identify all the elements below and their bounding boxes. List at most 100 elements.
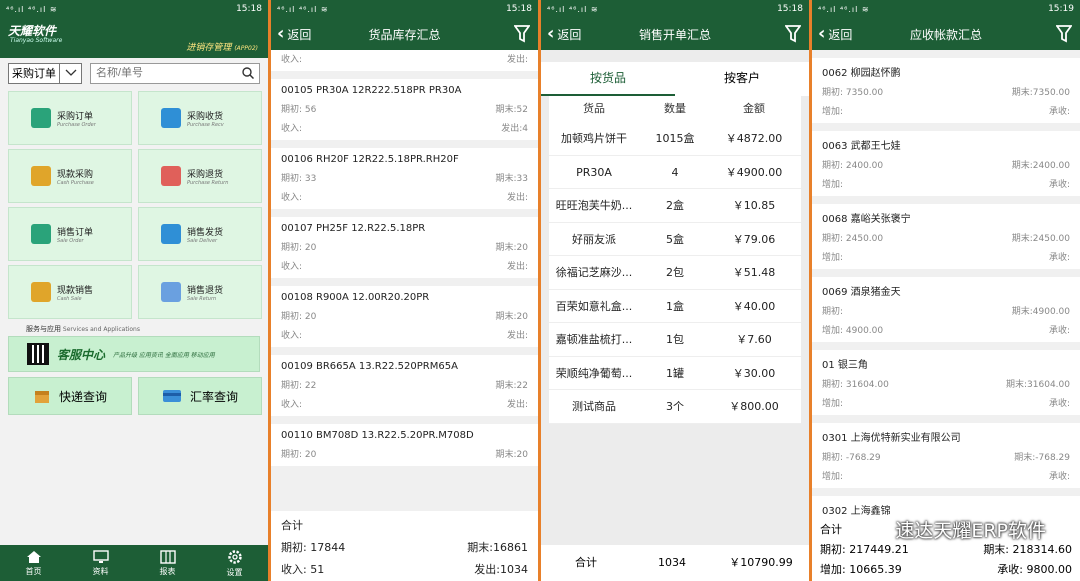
tab-home[interactable]: 首页	[0, 545, 67, 581]
tile-purchase-receive[interactable]: 采购收货 Purchase Recv	[138, 91, 262, 145]
tab-settings[interactable]: 设置	[201, 545, 268, 581]
list-item[interactable]: 00109 BR665A 13.R22.520PRM65A 期初: 22 期末:22…	[271, 355, 538, 416]
sales-table: 货品 数量 金额 加顿鸡片饼干 1015盒 ￥4872.00 PR30A 4 ￥4900.0…	[549, 96, 801, 424]
table-row[interactable]: 嘉顿准盐梳打... 1包 ￥7.60	[549, 323, 801, 357]
title-bar: ‹ 返回 销售开单汇总	[541, 18, 809, 50]
package-icon	[34, 391, 49, 403]
filter-icon[interactable]	[1056, 25, 1072, 43]
watermark: 速达天耀ERP软件	[869, 516, 1046, 543]
list-item[interactable]: 00107 PH25F 12.R22.5.18PR 期初: 20 期末:20 收入: 发…	[271, 217, 538, 278]
table-row[interactable]: PR30A 4 ￥4900.00	[549, 156, 801, 189]
service-section-label: 服务与应用 Services and Applications	[26, 325, 140, 333]
tab-data[interactable]: 资料	[67, 545, 134, 581]
chevron-down-icon[interactable]	[59, 63, 81, 83]
card-icon	[162, 390, 181, 402]
title-bar: ‹ 返回 应收帐款汇总	[812, 18, 1080, 50]
app-title: 进销存管理 (APP02)	[186, 43, 258, 53]
search-box[interactable]	[90, 62, 260, 84]
list-item[interactable]: 0062 柳园赵怀鹏 期初: 7350.00 期末:7350.00 增加: 承收:	[812, 58, 1080, 123]
signal-icon: ⁴⁶.ıl ⁴⁶.ıl ≋	[6, 4, 58, 14]
monitor-icon	[92, 549, 109, 563]
home-panel: ⁴⁶.ıl ⁴⁶.ıl ≋ 15:18 天耀软件 Tianyao Softwar…	[0, 0, 268, 581]
doc-type-select[interactable]: 采购订单	[8, 62, 82, 84]
inbox-icon	[161, 108, 181, 128]
kefu-sub: 产品升级 应用资讯 全面应用 移动应用	[113, 351, 215, 359]
search-row: 采购订单	[0, 58, 268, 88]
receivables-list[interactable]: 0062 柳园赵怀鹏 期初: 7350.00 期末:7350.00 增加: 承收: 00…	[812, 50, 1080, 523]
status-bar: ⁴⁶.ıl ⁴⁶.ıl ≋ 15:19	[812, 0, 1080, 18]
home-icon	[26, 550, 41, 563]
tile-purchase-order[interactable]: 采购订单 Purchase Order	[8, 91, 132, 145]
status-bar: ⁴⁶.ıl ⁴⁶.ıl ≋ 15:18	[271, 0, 538, 18]
back-button[interactable]: ‹ 返回	[541, 25, 581, 43]
table-header: 货品 数量 金额	[583, 102, 765, 115]
list-item[interactable]: 00110 BM708D 13.R22.5.20PR.M708D 期初: 20 期末…	[271, 424, 538, 466]
tile-cash-purchase[interactable]: 现款采购 Cash Purchase	[8, 149, 132, 203]
qr-code-icon	[27, 343, 49, 365]
list-item[interactable]: 00106 RH20F 12R22.5.18PR.RH20F 期初: 33 期末:3…	[271, 148, 538, 209]
back-button[interactable]: ‹ 返回	[271, 25, 311, 43]
list-item[interactable]: 0063 武都王七娃 期初: 2400.00 期末:2400.00 增加: 承收:	[812, 131, 1080, 196]
status-time: 15:19	[1048, 4, 1074, 14]
tab-reports[interactable]: 报表	[134, 545, 201, 581]
title-bar: ‹ 返回 货品库存汇总	[271, 18, 538, 50]
tab-by-customer[interactable]: 按客户	[675, 62, 809, 96]
status-time: 15:18	[236, 4, 262, 14]
kefu-title: 客服中心	[57, 347, 106, 362]
filter-icon[interactable]	[785, 25, 801, 43]
search-icon[interactable]	[242, 67, 254, 79]
list-item[interactable]: 0068 嘉峪关张褒宁 期初: 2450.00 期末:2450.00 增加: 承收:	[812, 204, 1080, 269]
truck-icon	[161, 224, 181, 244]
chevron-left-icon: ‹	[277, 23, 285, 44]
chevron-left-icon: ‹	[818, 23, 826, 44]
book-icon	[159, 549, 176, 564]
status-time: 15:18	[777, 4, 803, 14]
stock-list[interactable]: 收入: 发出: 00105 PR30A 12R222.518PR PR30A 期初:…	[271, 50, 538, 466]
tile-sale-order[interactable]: 销售订单 Sale Order	[8, 207, 132, 261]
signal-icon: ⁴⁶.ıl ⁴⁶.ıl ≋	[547, 4, 599, 14]
back-button[interactable]: ‹ 返回	[812, 25, 852, 43]
table-row[interactable]: 荣顺纯净葡萄... 1罐 ￥30.00	[549, 357, 801, 390]
table-row[interactable]: 百荣如意礼盒... 1盒 ￥40.00	[549, 290, 801, 323]
sales-total-row: 合计 1034 ￥10790.99	[541, 545, 809, 581]
status-bar: ⁴⁶.ıl ⁴⁶.ıl ≋ 15:18	[541, 0, 809, 18]
tile-purchase-return[interactable]: 采购退货 Purchase Return	[138, 149, 262, 203]
list-item[interactable]: 0069 酒泉猪金天 期初: 期末:4900.00 增加: 4900.00 承收:	[812, 277, 1080, 342]
app-header: 天耀软件 Tianyao Software 进销存管理 (APP02)	[0, 18, 268, 58]
function-grid: 采购订单 Purchase Order 采购收货 Purchase Recv 现款采…	[0, 88, 268, 322]
tile-sale-return[interactable]: 销售退货 Sale Return	[138, 265, 262, 319]
tile-sale-deliver[interactable]: 销售发货 Sale Deliver	[138, 207, 262, 261]
status-time: 15:18	[506, 4, 532, 14]
tile-cash-sale[interactable]: 现款销售 Cash Sale	[8, 265, 132, 319]
clipboard-icon	[31, 108, 51, 128]
gear-icon	[227, 549, 242, 564]
list-item[interactable]: 00108 R900A 12.00R20.20PR 期初: 20 期末:20 收入: 发…	[271, 286, 538, 347]
exchange-rate-query-button[interactable]: 汇率查询	[138, 377, 262, 415]
table-row[interactable]: 测试商品 3个 ￥800.00	[549, 390, 801, 424]
table-row[interactable]: 旺旺泡芙牛奶... 2盒 ￥10.85	[549, 189, 801, 223]
return-bag-icon	[161, 282, 181, 302]
customer-service-button[interactable]: 客服中心 产品升级 应用资讯 全面应用 移动应用	[8, 336, 260, 372]
table-row[interactable]: 加顿鸡片饼干 1015盒 ￥4872.00	[549, 122, 801, 156]
filter-icon[interactable]	[514, 25, 530, 43]
status-bar: ⁴⁶.ıl ⁴⁶.ıl ≋ 15:18	[0, 0, 268, 18]
app-logo-sub: Tianyao Software	[10, 37, 63, 44]
table-row[interactable]: 徐福记芝麻沙... 2包 ￥51.48	[549, 256, 801, 290]
wechat-icon	[869, 521, 892, 538]
list-icon	[31, 224, 51, 244]
list-item[interactable]: 01 银三角 期初: 31604.00 期末:31604.00 增加: 承收:	[812, 350, 1080, 415]
search-input[interactable]	[96, 67, 242, 79]
tab-by-goods[interactable]: 按货品	[541, 62, 675, 96]
list-item[interactable]: 0301 上海优特新实业有限公司 期初: -768.29 期末:-768.29 增加:…	[812, 423, 1080, 488]
cart-icon	[31, 166, 51, 186]
sales-summary-panel: ⁴⁶.ıl ⁴⁶.ıl ≋ 15:18 ‹ 返回 销售开单汇总 按货品 按客户 货…	[541, 0, 809, 581]
table-row[interactable]: 好丽友派 5盒 ￥79.06	[549, 223, 801, 256]
return-box-icon	[161, 166, 181, 186]
receivables-panel: ⁴⁶.ıl ⁴⁶.ıl ≋ 15:19 ‹ 返回 应收帐款汇总 0062 柳园赵怀…	[812, 0, 1080, 581]
list-item[interactable]: 收入: 发出:	[271, 50, 538, 71]
signal-icon: ⁴⁶.ıl ⁴⁶.ıl ≋	[818, 4, 870, 14]
chevron-left-icon: ‹	[547, 23, 555, 44]
stock-summary-panel: ⁴⁶.ıl ⁴⁶.ıl ≋ 15:18 ‹ 返回 货品库存汇总 收入: 发出: 00…	[271, 0, 538, 581]
express-query-button[interactable]: 快递查询	[8, 377, 132, 415]
list-item[interactable]: 00105 PR30A 12R222.518PR PR30A 期初: 56 期末:5…	[271, 79, 538, 140]
